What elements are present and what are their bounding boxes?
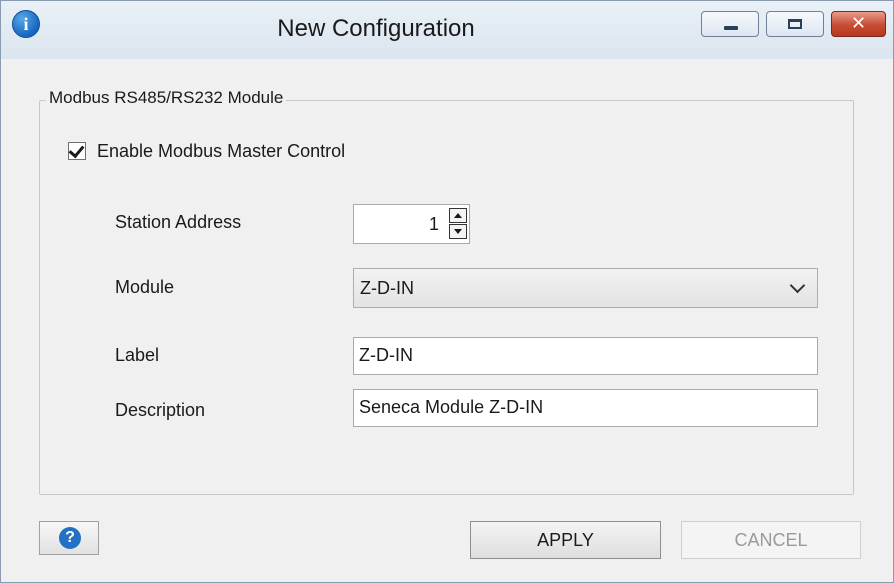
enable-modbus-checkbox[interactable] (68, 141, 86, 160)
station-address-label: Station Address (115, 212, 242, 232)
dialog-content: Modbus RS485/RS232 Module Enable Modbus … (11, 59, 883, 572)
enable-modbus-label[interactable]: Enable Modbus Master Control (97, 141, 345, 162)
group-legend: Modbus RS485/RS232 Module (46, 88, 287, 108)
description-label: Description (115, 400, 206, 420)
close-button[interactable]: ✕ (831, 11, 886, 37)
dialog-window: i New Configuration ✕ Modbus RS485/RS232… (0, 0, 894, 583)
description-field[interactable]: Seneca Module Z-D-IN (353, 389, 818, 427)
checkmark-icon (68, 141, 85, 159)
apply-button[interactable]: APPLY (470, 521, 661, 559)
stepper-down-button[interactable] (449, 224, 467, 239)
arrow-up-icon (454, 213, 462, 218)
help-icon: ? (59, 527, 81, 549)
arrow-down-icon (454, 229, 462, 234)
minimize-button[interactable] (701, 11, 759, 37)
station-address-stepper[interactable]: 1 (353, 204, 470, 244)
maximize-icon (788, 19, 802, 29)
label-field[interactable]: Z-D-IN (353, 337, 818, 375)
chevron-down-icon (789, 277, 806, 294)
maximize-button[interactable] (766, 11, 824, 37)
help-button[interactable]: ? (39, 521, 99, 555)
stepper-up-button[interactable] (449, 208, 467, 223)
station-address-value[interactable]: 1 (429, 214, 439, 235)
cancel-button[interactable]: CANCEL (681, 521, 861, 559)
module-label: Module (115, 277, 175, 297)
title-bar[interactable]: i New Configuration ✕ (1, 1, 893, 59)
module-dropdown[interactable]: Z-D-IN (353, 268, 818, 308)
close-icon: ✕ (850, 13, 867, 33)
label-label: Label (115, 345, 160, 365)
module-selected-value: Z-D-IN (360, 278, 414, 298)
stepper-buttons (449, 208, 467, 240)
window-title: New Configuration (277, 15, 475, 42)
minimize-icon (724, 26, 738, 30)
